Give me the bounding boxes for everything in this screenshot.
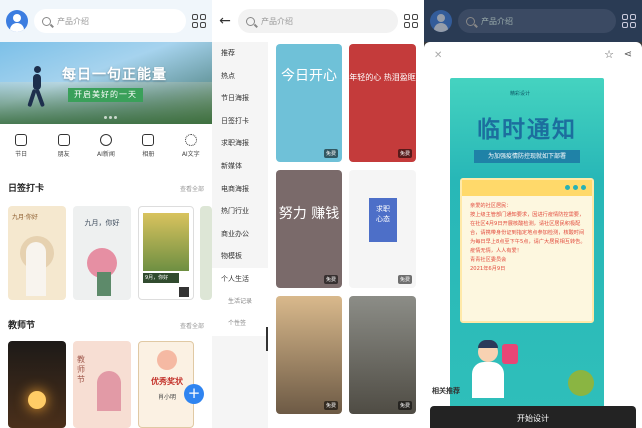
category-panel: ← 产品介绍 推荐 热点 节日海报 日签打卡 求职海报 新媒体 电商海报 热门行… bbox=[212, 0, 424, 428]
teacher-card-3[interactable]: 优秀奖状 肖小明 bbox=[138, 341, 194, 428]
category-ai-text[interactable]: AI文字 bbox=[174, 134, 208, 158]
category-header: ← 产品介绍 bbox=[212, 0, 424, 42]
avatar[interactable] bbox=[430, 10, 452, 32]
search-icon bbox=[42, 16, 51, 26]
template-card[interactable]: 年轻的心 热泪盈眶 免费 bbox=[349, 44, 416, 162]
avatar[interactable] bbox=[6, 10, 28, 32]
search-input[interactable]: 产品介绍 bbox=[458, 9, 616, 33]
sidebar-item-personal[interactable]: 个人生活 bbox=[212, 267, 268, 291]
daily-card-3[interactable]: 9月，你好 bbox=[138, 206, 194, 300]
collapse-icon[interactable]: ✕ bbox=[434, 50, 442, 61]
start-design-button[interactable]: 开始设计 bbox=[430, 406, 636, 428]
poster-notice-box: 亲爱的社区居民： 按上级主管部门通知要求，因进行疫情防控需要，在社区4月9日开展… bbox=[460, 178, 594, 323]
detail-header: 产品介绍 bbox=[424, 0, 642, 42]
virus-icon bbox=[568, 370, 594, 396]
sidebar-item[interactable]: 热门行业 bbox=[212, 200, 268, 223]
share-icon[interactable]: ⋖ bbox=[624, 49, 632, 60]
poster-preview: 精彩设计 临时通知 为加强疫情防控现就如下部署 亲爱的社区居民： 按上级主管部门… bbox=[450, 78, 604, 412]
sidebar-item[interactable]: 推荐 bbox=[212, 42, 268, 65]
shield-icon bbox=[502, 344, 518, 364]
detail-sheet: ✕ ☆ ⋖ 精彩设计 临时通知 为加强疫情防控现就如下部署 亲爱的社区居民： 按… bbox=[424, 42, 642, 428]
sidebar-subitem[interactable]: 个性签 bbox=[212, 313, 268, 336]
category-ai-news[interactable]: AI新闻 bbox=[89, 134, 123, 158]
template-card[interactable]: 今日开心 免费 bbox=[276, 44, 342, 162]
sidebar-item[interactable]: 新媒体 bbox=[212, 155, 268, 178]
template-card[interactable]: 免费 bbox=[349, 296, 416, 414]
album-icon bbox=[142, 134, 155, 146]
back-arrow-icon[interactable]: ← bbox=[218, 13, 232, 29]
daily-card-1[interactable]: 九月·你好 bbox=[8, 206, 66, 300]
sidebar-item[interactable]: 商业办公 bbox=[212, 223, 268, 246]
sidebar-item[interactable]: 热点 bbox=[212, 65, 268, 88]
runner-image bbox=[27, 66, 45, 110]
search-placeholder: 产品介绍 bbox=[57, 16, 89, 26]
frame-icon bbox=[57, 134, 70, 146]
template-card[interactable]: 努力 赚钱 免费 bbox=[276, 170, 342, 288]
sun-icon bbox=[184, 134, 197, 146]
carousel-dots bbox=[104, 116, 117, 119]
search-input[interactable]: 产品介绍 bbox=[34, 9, 186, 33]
picture-icon bbox=[15, 134, 28, 146]
section-daily-more[interactable]: 查看全部 bbox=[180, 184, 204, 193]
teacher-card-2[interactable]: 教师节 bbox=[73, 341, 131, 428]
ai-icon bbox=[99, 134, 112, 146]
template-card[interactable]: 免费 bbox=[276, 296, 342, 414]
poster-brand: 精彩设计 bbox=[510, 91, 531, 97]
home-header: 产品介绍 bbox=[0, 0, 212, 42]
search-icon bbox=[246, 16, 255, 26]
banner-title: 每日一句正能量 bbox=[62, 67, 167, 83]
sidebar-item[interactable]: 求职海报 bbox=[212, 132, 268, 155]
category-festival[interactable]: 节日 bbox=[4, 134, 38, 158]
poster-title: 临时通知 bbox=[477, 117, 577, 143]
sidebar-subitem[interactable]: 生活记录 bbox=[212, 290, 268, 314]
section-teacher-more[interactable]: 查看全部 bbox=[180, 321, 204, 330]
create-fab-button[interactable]: + bbox=[184, 384, 204, 404]
template-card[interactable]: 求职 心态 免费 bbox=[349, 170, 416, 288]
daily-card-2[interactable]: 九月，你好 bbox=[73, 206, 131, 300]
poster-body: 亲爱的社区居民： 按上级主管部门通知要求，因进行疫情防控需要，在社区4月9日开展… bbox=[470, 203, 586, 272]
detail-panel: 产品介绍 ✕ ☆ ⋖ 精彩设计 临时通知 为加强疫情防控现就如下部署 亲爱的社区… bbox=[424, 0, 642, 428]
sidebar-item[interactable]: 日签打卡 bbox=[212, 110, 268, 133]
selected-indicator bbox=[266, 327, 268, 351]
favorite-star-icon[interactable]: ☆ bbox=[604, 48, 614, 61]
search-placeholder: 产品介绍 bbox=[481, 16, 513, 26]
category-row: 节日 朋友 AI新闻 相册 AI文字 bbox=[0, 134, 212, 158]
sidebar-item[interactable]: 电商海报 bbox=[212, 178, 268, 201]
category-friends[interactable]: 朋友 bbox=[47, 134, 81, 158]
apps-grid-icon[interactable] bbox=[622, 14, 636, 28]
search-icon bbox=[466, 16, 475, 26]
category-album[interactable]: 相册 bbox=[131, 134, 165, 158]
sidebar-item[interactable]: 物模板 bbox=[212, 245, 268, 268]
section-daily-title: 日签打卡 bbox=[8, 184, 45, 194]
section-teacher-title: 教师节 bbox=[8, 321, 36, 331]
category-sidebar: 推荐 热点 节日海报 日签打卡 求职海报 新媒体 电商海报 热门行业 商业办公 … bbox=[212, 42, 268, 428]
banner[interactable]: 每日一句正能量 开启美好的一天 bbox=[0, 42, 212, 124]
related-title: 相关推荐 bbox=[432, 387, 460, 395]
search-placeholder: 产品介绍 bbox=[261, 16, 293, 26]
sidebar-item[interactable]: 节日海报 bbox=[212, 87, 268, 110]
search-input[interactable]: 产品介绍 bbox=[238, 9, 398, 33]
home-panel: 产品介绍 每日一句正能量 开启美好的一天 节日 朋友 AI新闻 相册 AI文字 … bbox=[0, 0, 212, 428]
qr-code-icon bbox=[179, 287, 189, 297]
teacher-card-1[interactable] bbox=[8, 341, 66, 428]
banner-subtitle: 开启美好的一天 bbox=[68, 88, 143, 102]
daily-card-4[interactable] bbox=[200, 206, 212, 300]
apps-grid-icon[interactable] bbox=[404, 14, 418, 28]
apps-grid-icon[interactable] bbox=[192, 14, 206, 28]
poster-subtitle: 为加强疫情防控现就如下部署 bbox=[474, 150, 580, 163]
